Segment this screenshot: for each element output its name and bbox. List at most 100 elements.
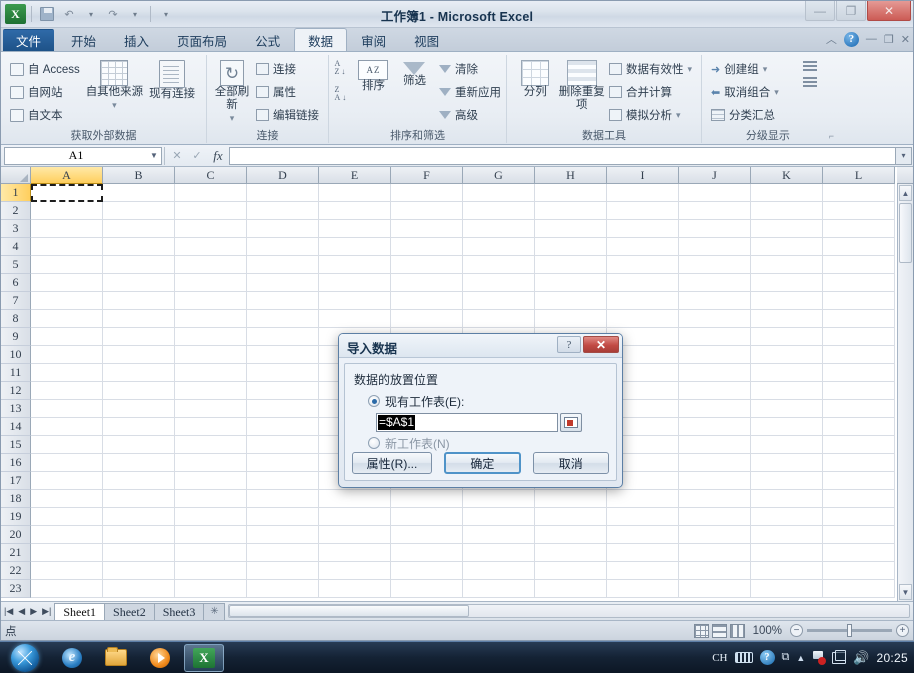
radio-new-worksheet[interactable]: 新工作表(N) xyxy=(368,434,607,452)
cell-G5[interactable] xyxy=(463,256,535,274)
name-box-dropdown-icon[interactable]: ▼ xyxy=(147,151,161,160)
cell-K14[interactable] xyxy=(751,418,823,436)
button-advanced-filter[interactable]: 高级 xyxy=(435,104,501,126)
input-method-indicator[interactable]: CH xyxy=(712,652,727,664)
dialog-help-icon[interactable]: ? xyxy=(557,336,581,353)
cell-G2[interactable] xyxy=(463,202,535,220)
cell-E18[interactable] xyxy=(319,490,391,508)
taskbar-item-excel[interactable]: X xyxy=(184,643,224,672)
cell-K8[interactable] xyxy=(751,310,823,328)
cancel-button[interactable]: 取消 xyxy=(532,452,609,474)
cell-L21[interactable] xyxy=(823,544,895,562)
cell-L20[interactable] xyxy=(823,526,895,544)
cancel-entry-icon[interactable]: ✕ xyxy=(167,147,187,165)
cell-K3[interactable] xyxy=(751,220,823,238)
cell-A4[interactable] xyxy=(31,238,103,256)
column-header-i[interactable]: I xyxy=(607,167,679,184)
cell-D11[interactable] xyxy=(247,364,319,382)
cell-H18[interactable] xyxy=(535,490,607,508)
cell-F22[interactable] xyxy=(391,562,463,580)
cell-D2[interactable] xyxy=(247,202,319,220)
cell-K22[interactable] xyxy=(751,562,823,580)
cell-B1[interactable] xyxy=(103,184,175,202)
cell-L19[interactable] xyxy=(823,508,895,526)
cell-B4[interactable] xyxy=(103,238,175,256)
row-header-21[interactable]: 21 xyxy=(1,544,31,562)
radio-existing-worksheet-icon[interactable] xyxy=(368,395,380,407)
cell-F21[interactable] xyxy=(391,544,463,562)
cell-B12[interactable] xyxy=(103,382,175,400)
cell-J9[interactable] xyxy=(679,328,751,346)
tab-insert[interactable]: 插入 xyxy=(110,28,163,51)
cell-A23[interactable] xyxy=(31,580,103,598)
next-sheet-icon[interactable]: ▶ xyxy=(30,606,37,617)
cell-A7[interactable] xyxy=(31,292,103,310)
button-group[interactable]: ➜ 创建组 ▾ xyxy=(707,58,803,80)
tab-file[interactable]: 文件 xyxy=(3,29,55,51)
active-cell-marching-ants[interactable] xyxy=(31,184,103,202)
cell-L14[interactable] xyxy=(823,418,895,436)
button-what-if-analysis[interactable]: 模拟分析 ▾ xyxy=(605,104,696,126)
cell-J6[interactable] xyxy=(679,274,751,292)
cell-A17[interactable] xyxy=(31,472,103,490)
cell-B20[interactable] xyxy=(103,526,175,544)
cell-F3[interactable] xyxy=(391,220,463,238)
cell-C21[interactable] xyxy=(175,544,247,562)
workbook-restore-icon[interactable]: ❐ xyxy=(884,33,894,46)
cell-K10[interactable] xyxy=(751,346,823,364)
help-icon[interactable]: ? xyxy=(843,31,859,47)
cell-K15[interactable] xyxy=(751,436,823,454)
reference-input[interactable]: =$A$1 xyxy=(376,413,558,432)
cell-C3[interactable] xyxy=(175,220,247,238)
cell-B21[interactable] xyxy=(103,544,175,562)
cell-C8[interactable] xyxy=(175,310,247,328)
cell-C10[interactable] xyxy=(175,346,247,364)
cell-K17[interactable] xyxy=(751,472,823,490)
cell-D4[interactable] xyxy=(247,238,319,256)
cell-J8[interactable] xyxy=(679,310,751,328)
cell-H1[interactable] xyxy=(535,184,607,202)
cell-I20[interactable] xyxy=(607,526,679,544)
formula-input[interactable] xyxy=(229,146,895,165)
cell-A19[interactable] xyxy=(31,508,103,526)
row-header-3[interactable]: 3 xyxy=(1,220,31,238)
cell-G21[interactable] xyxy=(463,544,535,562)
cell-J3[interactable] xyxy=(679,220,751,238)
column-header-j[interactable]: J xyxy=(679,167,751,184)
column-header-l[interactable]: L xyxy=(823,167,895,184)
cell-K12[interactable] xyxy=(751,382,823,400)
cell-K1[interactable] xyxy=(751,184,823,202)
tab-page-layout[interactable]: 页面布局 xyxy=(163,28,241,51)
cell-J18[interactable] xyxy=(679,490,751,508)
cell-E1[interactable] xyxy=(319,184,391,202)
row-header-1[interactable]: 1 xyxy=(1,184,31,202)
cell-F23[interactable] xyxy=(391,580,463,598)
cell-E2[interactable] xyxy=(319,202,391,220)
cell-K7[interactable] xyxy=(751,292,823,310)
cell-B13[interactable] xyxy=(103,400,175,418)
cell-L3[interactable] xyxy=(823,220,895,238)
scroll-up-icon[interactable]: ▲ xyxy=(899,185,912,201)
row-header-20[interactable]: 20 xyxy=(1,526,31,544)
cell-G19[interactable] xyxy=(463,508,535,526)
cell-I22[interactable] xyxy=(607,562,679,580)
minimize-icon[interactable]: — xyxy=(805,1,835,21)
cell-H6[interactable] xyxy=(535,274,607,292)
cell-D10[interactable] xyxy=(247,346,319,364)
cell-G4[interactable] xyxy=(463,238,535,256)
tab-formulas[interactable]: 公式 xyxy=(241,28,294,51)
cell-C6[interactable] xyxy=(175,274,247,292)
cell-D17[interactable] xyxy=(247,472,319,490)
cell-E7[interactable] xyxy=(319,292,391,310)
cell-A20[interactable] xyxy=(31,526,103,544)
cell-J1[interactable] xyxy=(679,184,751,202)
cell-D8[interactable] xyxy=(247,310,319,328)
cell-K11[interactable] xyxy=(751,364,823,382)
sheet-tab-sheet2[interactable]: Sheet2 xyxy=(104,602,155,620)
row-header-10[interactable]: 10 xyxy=(1,346,31,364)
cell-C1[interactable] xyxy=(175,184,247,202)
cell-D5[interactable] xyxy=(247,256,319,274)
cell-F7[interactable] xyxy=(391,292,463,310)
cell-L12[interactable] xyxy=(823,382,895,400)
cell-A22[interactable] xyxy=(31,562,103,580)
